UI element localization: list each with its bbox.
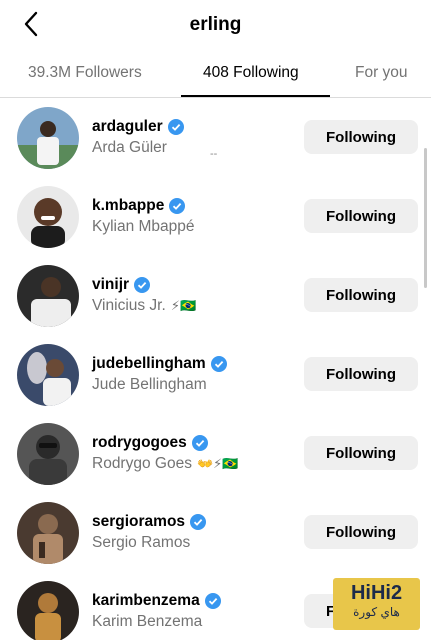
watermark-text: HiHi2 (350, 582, 403, 604)
verified-badge-icon (134, 277, 151, 293)
list-item: rodrygogoes Rodrygo Goes 👐⚡🇧🇷 Following (0, 414, 431, 493)
username[interactable]: rodrygogoes (92, 434, 238, 452)
avatar[interactable] (17, 186, 79, 248)
full-name: Arda Güler (92, 139, 167, 156)
active-tab-indicator (181, 95, 330, 97)
full-name: Karim Benzema (92, 613, 203, 630)
full-name: Sergio Ramos (92, 534, 191, 551)
tab-bar: 39.3M Followers 408 Following For you (0, 56, 431, 98)
top-bar: erling (0, 0, 431, 50)
tab-for-you[interactable]: For you (355, 64, 408, 82)
avatar[interactable] (17, 581, 79, 640)
list-item: ardaguler Arda Güler -- Following (0, 98, 431, 177)
verified-badge-icon (167, 119, 184, 135)
following-button[interactable]: Following (304, 278, 418, 312)
verified-badge-icon (190, 514, 207, 530)
following-button[interactable]: Following (304, 199, 418, 233)
full-name: Kylian Mbappé (92, 218, 195, 235)
watermark-logo: HiHi2 هاي كورة (333, 578, 420, 630)
tab-following[interactable]: 408 Following (203, 64, 299, 82)
list-item: vinijr Vinicius Jr. ⚡🇧🇷 Following (0, 256, 431, 335)
watermark-subtext: هاي كورة (353, 605, 400, 619)
dash-mark: -- (210, 148, 218, 160)
tab-followers[interactable]: 39.3M Followers (28, 64, 142, 82)
list-item: k.mbappe Kylian Mbappé Following (0, 177, 431, 256)
avatar[interactable] (17, 107, 79, 169)
full-name: Rodrygo Goes 👐⚡🇧🇷 (92, 455, 239, 472)
username[interactable]: ardaguler (92, 118, 184, 136)
following-list: ardaguler Arda Güler -- Following k.mbap… (0, 98, 431, 640)
list-item: sergioramos Sergio Ramos Following (0, 493, 431, 572)
following-button[interactable]: Following (304, 357, 418, 391)
username[interactable]: vinijr (92, 276, 196, 294)
page-title: erling (189, 14, 242, 35)
avatar[interactable] (17, 344, 79, 406)
avatar[interactable] (17, 265, 79, 327)
following-button[interactable]: Following (304, 515, 418, 549)
verified-badge-icon (210, 356, 227, 372)
avatar[interactable] (17, 423, 79, 485)
following-button[interactable]: Following (304, 436, 418, 470)
following-button[interactable]: Following (304, 120, 418, 154)
bio-emoji: ⚡🇧🇷 (170, 298, 197, 313)
list-item: judebellingham Jude Bellingham Following (0, 335, 431, 414)
username[interactable]: karimbenzema (92, 592, 221, 610)
full-name: Vinicius Jr. ⚡🇧🇷 (92, 297, 197, 314)
verified-badge-icon (191, 435, 208, 451)
avatar[interactable] (17, 502, 79, 564)
full-name: Jude Bellingham (92, 376, 207, 393)
username[interactable]: k.mbappe (92, 197, 195, 215)
bio-emoji: 👐⚡🇧🇷 (196, 456, 239, 471)
username[interactable]: judebellingham (92, 355, 227, 373)
username[interactable]: sergioramos (92, 513, 207, 531)
verified-badge-icon (169, 198, 186, 214)
verified-badge-icon (204, 593, 221, 609)
